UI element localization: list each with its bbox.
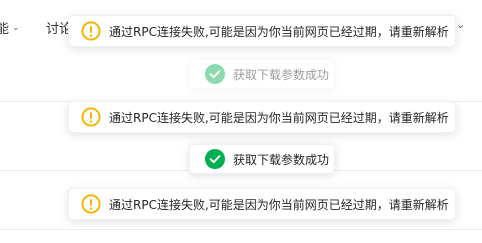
chevron-down-icon: ⌄: [12, 22, 20, 33]
chevron-down-icon[interactable]: ⌄: [456, 18, 465, 31]
success-message: 获取下载参数成功: [189, 59, 335, 89]
warning-circle-icon: [81, 194, 101, 214]
warning-message: 通过RPC连接失败,可能是因为你当前网页已经过期，请重新解析: [68, 15, 456, 47]
warning-message: 通过RPC连接失败,可能是因为你当前网页已经过期，请重新解析: [68, 188, 456, 220]
warning-message: 通过RPC连接失败,可能是因为你当前网页已经过期，请重新解析: [68, 101, 456, 133]
warning-circle-icon: [81, 107, 101, 127]
check-circle-icon: [205, 64, 225, 84]
nav-menu-item[interactable]: 能 ⌄: [0, 18, 20, 37]
nav-menu-item-label: 能: [0, 22, 10, 37]
divider: [0, 229, 482, 230]
check-circle-icon: [205, 149, 225, 169]
message-text: 获取下载参数成功: [233, 67, 330, 82]
message-text: 通过RPC连接失败,可能是因为你当前网页已经过期，请重新解析: [109, 197, 449, 212]
message-text: 通过RPC连接失败,可能是因为你当前网页已经过期，请重新解析: [109, 110, 449, 125]
warning-circle-icon: [81, 21, 101, 41]
message-text: 获取下载参数成功: [233, 152, 330, 167]
success-message: 获取下载参数成功: [189, 144, 335, 174]
message-text: 通过RPC连接失败,可能是因为你当前网页已经过期，请重新解析: [109, 24, 449, 39]
